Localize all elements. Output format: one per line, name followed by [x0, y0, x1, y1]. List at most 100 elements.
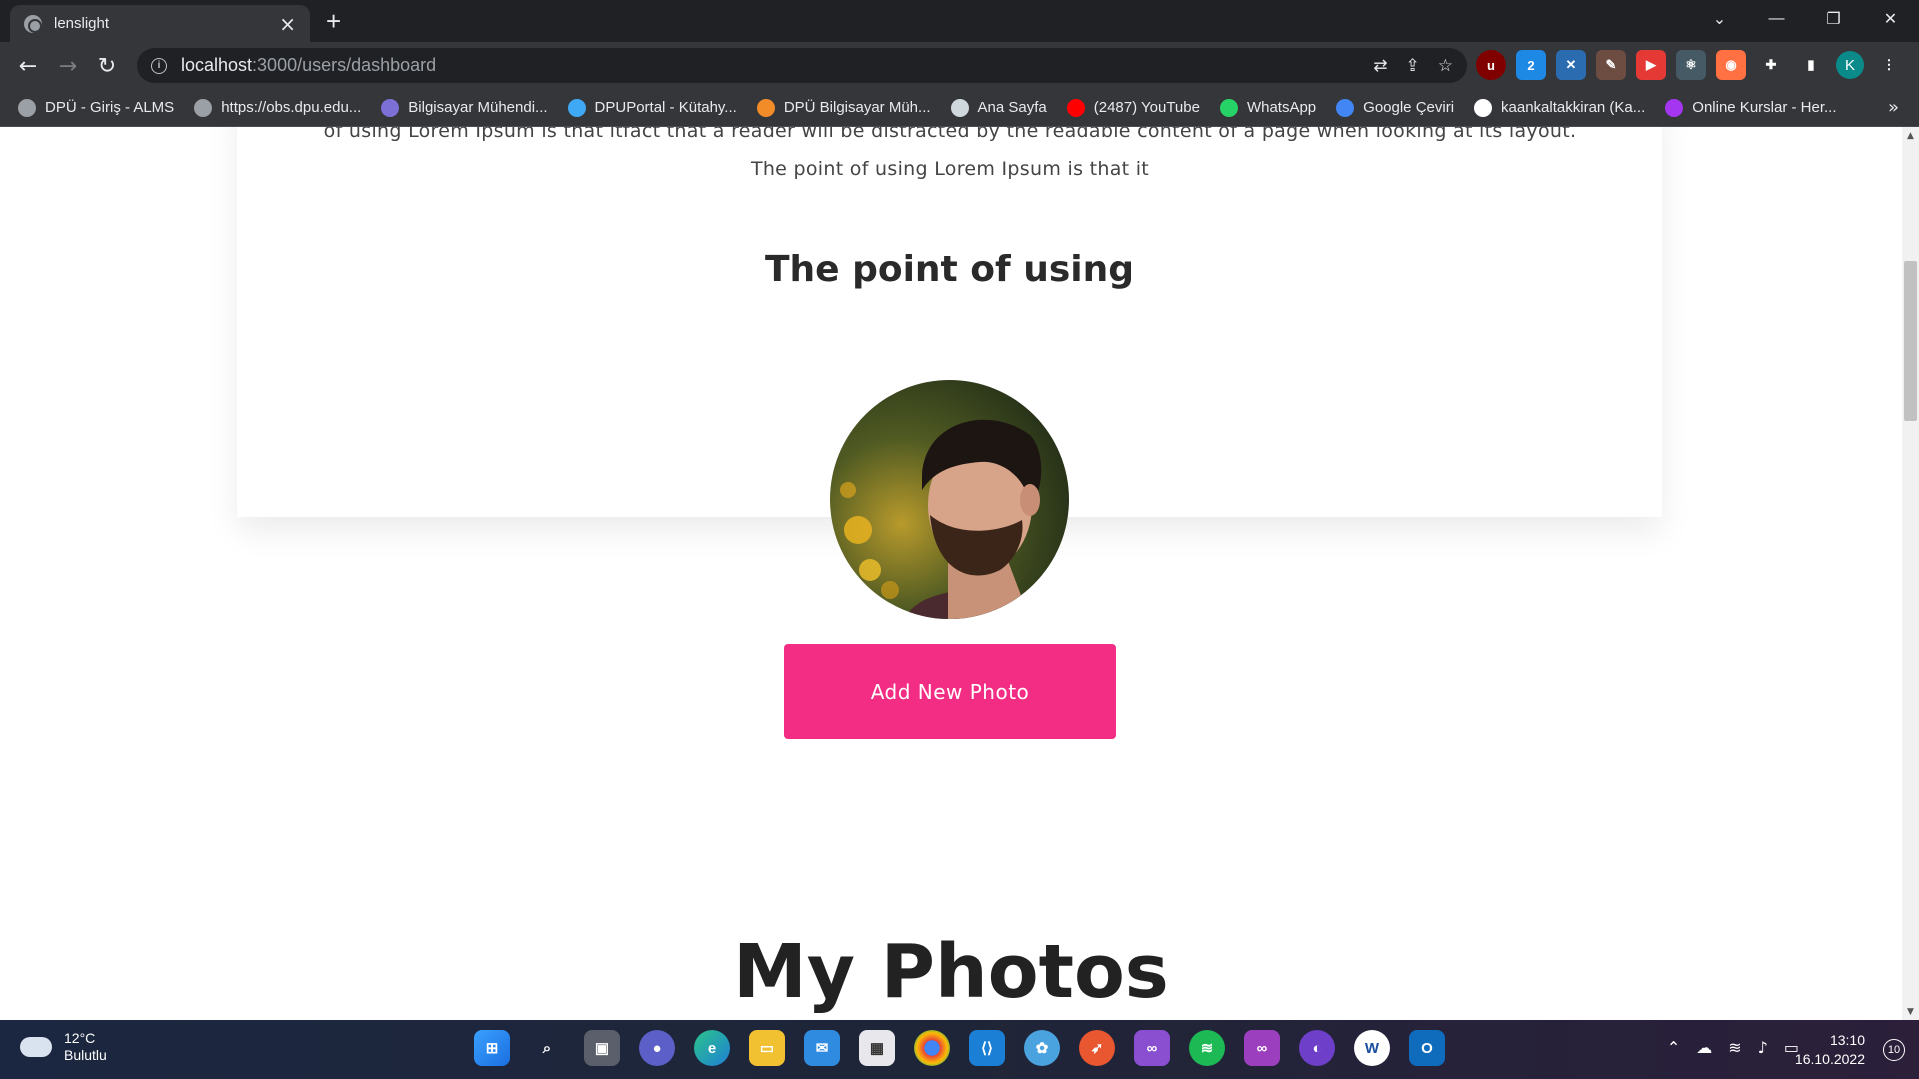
- wifi-icon[interactable]: ≋: [1728, 1038, 1741, 1057]
- bookmark-favicon-icon: [756, 98, 775, 117]
- extension-icon[interactable]: 2: [1516, 50, 1546, 80]
- extensions-bar: u 2 ✕ ✎ ▶ ⚛ ◉ ✚ ▮ K ⋮: [1476, 50, 1904, 80]
- bookmark-label: DPÜ Bilgisayar Müh...: [783, 99, 931, 116]
- bookmark-favicon-icon: [1066, 98, 1085, 117]
- new-tab-button[interactable]: +: [326, 8, 341, 34]
- sidebar-icon[interactable]: ▮: [1796, 50, 1826, 80]
- bookmark-item[interactable]: DPUPortal - Kütahy...: [567, 98, 737, 117]
- puzzle-icon[interactable]: ✚: [1756, 50, 1786, 80]
- chrome-icon[interactable]: [914, 1030, 950, 1066]
- bookmark-label: Online Kurslar - Her...: [1692, 99, 1837, 116]
- bookmarks-overflow-button[interactable]: »: [1888, 97, 1899, 118]
- notification-badge[interactable]: 10: [1883, 1039, 1905, 1061]
- bookmark-item[interactable]: Online Kurslar - Her...: [1665, 98, 1837, 117]
- star-icon[interactable]: ☆: [1438, 56, 1453, 76]
- reload-button[interactable]: ↻: [91, 50, 123, 82]
- edge-icon[interactable]: e: [694, 1030, 730, 1066]
- chevron-down-icon[interactable]: ⌄: [1691, 0, 1748, 38]
- mail-icon[interactable]: ✉: [804, 1030, 840, 1066]
- bookmark-favicon-icon: [1474, 98, 1493, 117]
- address-bar[interactable]: i localhost:3000/users/dashboard ⇄ ⇪ ☆: [137, 48, 1467, 83]
- clock-time: 13:10: [1829, 1032, 1865, 1048]
- browser-tab[interactable]: lenslight ×: [10, 5, 310, 42]
- volume-icon[interactable]: ♪: [1758, 1038, 1768, 1057]
- add-new-photo-button[interactable]: Add New Photo: [784, 644, 1116, 739]
- rss-icon[interactable]: ◉: [1716, 50, 1746, 80]
- page-viewport: of using Lorem Ipsum is that itfact that…: [0, 127, 1902, 1020]
- system-tray: ⌃ ☁ ≋ ♪ ▭: [1667, 1038, 1799, 1057]
- bookmark-item[interactable]: https://obs.dpu.edu...: [194, 98, 361, 117]
- bookmark-label: Google Çeviri: [1363, 99, 1455, 116]
- postman-icon[interactable]: ➶: [1079, 1030, 1115, 1066]
- my-photos-heading: My Photos: [733, 929, 1169, 1015]
- scrollbar-thumb[interactable]: [1904, 261, 1917, 421]
- vscode-icon[interactable]: ⟨⟩: [969, 1030, 1005, 1066]
- bookmark-label: DPÜ - Giriş - ALMS: [45, 99, 175, 116]
- youtube-extension-icon[interactable]: ▶: [1636, 50, 1666, 80]
- bookmark-label: DPUPortal - Kütahy...: [594, 99, 737, 116]
- system-clock[interactable]: 13:10 16.10.2022: [1795, 1031, 1865, 1069]
- info-icon[interactable]: i: [151, 57, 167, 74]
- scroll-down-icon[interactable]: ▼: [1902, 1003, 1919, 1020]
- back-button[interactable]: ←: [12, 50, 44, 82]
- avatar[interactable]: K: [1836, 51, 1864, 79]
- bookmark-label: Bilgisayar Mühendi...: [408, 99, 548, 116]
- portrait-image: [830, 380, 1069, 619]
- bookmark-item[interactable]: (2487) YouTube: [1066, 98, 1200, 117]
- omnibox-actions: ⇄ ⇪ ☆: [1373, 56, 1453, 76]
- visual-studio-icon[interactable]: ∞: [1134, 1030, 1170, 1066]
- spotify-icon[interactable]: ≋: [1189, 1030, 1225, 1066]
- teams-chat-icon[interactable]: ●: [639, 1030, 675, 1066]
- ublock-icon[interactable]: u: [1476, 50, 1506, 80]
- forward-button[interactable]: →: [52, 50, 84, 82]
- bookmark-favicon-icon: [567, 98, 586, 117]
- share-icon[interactable]: ⇪: [1406, 56, 1420, 76]
- arduino-icon[interactable]: ∞: [1244, 1030, 1280, 1066]
- bookmark-item[interactable]: DPÜ - Giriş - ALMS: [18, 98, 175, 117]
- bookmark-label: (2487) YouTube: [1093, 99, 1200, 116]
- close-window-button[interactable]: ✕: [1862, 0, 1919, 38]
- temperature: 12°C: [64, 1030, 96, 1046]
- bookmark-favicon-icon: [381, 98, 400, 117]
- file-explorer-icon[interactable]: ▭: [749, 1030, 785, 1066]
- window-controls: ⌄ — ❐ ✕: [1691, 0, 1919, 38]
- cloud-icon: [20, 1037, 52, 1057]
- outlook-icon[interactable]: O: [1409, 1030, 1445, 1066]
- tools-icon[interactable]: ✕: [1556, 50, 1586, 80]
- bookmark-item[interactable]: DPÜ Bilgisayar Müh...: [756, 98, 931, 117]
- chevron-up-icon[interactable]: ⌃: [1667, 1038, 1680, 1057]
- github-desktop-icon[interactable]: ◐: [1299, 1030, 1335, 1066]
- bookmark-label: Ana Sayfa: [977, 99, 1047, 116]
- pen-icon[interactable]: ✎: [1596, 50, 1626, 80]
- store-icon[interactable]: ▦: [859, 1030, 895, 1066]
- bookmark-item[interactable]: Ana Sayfa: [950, 98, 1047, 117]
- user-avatar-photo: [830, 380, 1069, 619]
- bookmark-item[interactable]: Bilgisayar Mühendi...: [381, 98, 548, 117]
- globe-icon: [24, 14, 42, 33]
- weather-condition: Bulutlu: [64, 1047, 107, 1063]
- bookmark-favicon-icon: [18, 98, 36, 117]
- translate-icon[interactable]: ⇄: [1373, 56, 1387, 76]
- bookmark-item[interactable]: Google Çeviri: [1336, 98, 1455, 117]
- start-icon[interactable]: ⊞: [474, 1030, 510, 1066]
- page-scrollbar[interactable]: ▲ ▼: [1902, 127, 1919, 1020]
- weather-widget[interactable]: 12°C Bulutlu: [20, 1030, 107, 1064]
- task-view-icon[interactable]: ▣: [584, 1030, 620, 1066]
- browser-titlebar: lenslight × + ⌄ — ❐ ✕: [0, 0, 1919, 42]
- url-text[interactable]: localhost:3000/users/dashboard: [181, 55, 436, 76]
- restore-button[interactable]: ❐: [1805, 0, 1862, 38]
- close-icon[interactable]: ×: [279, 14, 296, 34]
- tab-title: lenslight: [54, 15, 110, 32]
- menu-icon[interactable]: ⋮: [1874, 50, 1904, 80]
- paint-icon[interactable]: ✿: [1024, 1030, 1060, 1066]
- scroll-up-icon[interactable]: ▲: [1902, 127, 1919, 144]
- browser-toolbar: ← → ↻ i localhost:3000/users/dashboard ⇄…: [0, 42, 1919, 89]
- word-icon[interactable]: W: [1354, 1030, 1390, 1066]
- bookmark-item[interactable]: WhatsApp: [1219, 98, 1316, 117]
- minimize-button[interactable]: —: [1748, 0, 1805, 38]
- react-icon[interactable]: ⚛: [1676, 50, 1706, 80]
- onedrive-icon[interactable]: ☁: [1696, 1038, 1712, 1057]
- search-icon[interactable]: ⌕: [529, 1030, 565, 1066]
- clock-date: 16.10.2022: [1794, 1051, 1865, 1067]
- bookmark-item[interactable]: kaankaltakkiran (Ka...: [1474, 98, 1645, 117]
